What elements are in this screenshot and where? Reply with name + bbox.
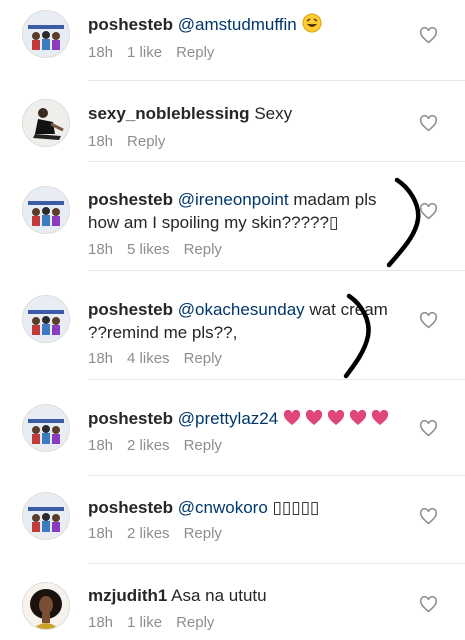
comment-meta: 18h 5 likes Reply [88,241,236,258]
laughing-emoji-icon [302,13,322,39]
comment-body: Sexy [254,104,293,123]
timestamp: 18h [88,44,114,61]
reply-button[interactable]: Reply [176,44,214,61]
comment-text: poshesteb @cnwokoro ▯▯▯▯▯ [88,496,388,519]
like-count[interactable]: 4 likes [127,350,170,367]
avatar[interactable] [22,492,70,540]
reply-button[interactable]: Reply [176,614,214,631]
heart-icon[interactable] [419,27,438,44]
mention-link[interactable]: @okachesunday [178,300,305,319]
heart-icon[interactable] [419,203,438,220]
username[interactable]: poshesteb [88,190,173,209]
comment-item: poshesteb @prettylaz24 18h 2 likes Reply [0,380,465,476]
avatar[interactable] [22,295,70,343]
avatar[interactable] [22,582,70,630]
reply-button[interactable]: Reply [184,525,222,542]
heart-icon[interactable] [419,420,438,437]
comment-text: poshesteb @amstudmuffin [88,13,388,39]
reply-button[interactable]: Reply [184,437,222,454]
hearts-emoji-icon [283,409,391,433]
timestamp: 18h [88,614,114,631]
timestamp: 18h [88,133,114,150]
avatar[interactable] [22,99,70,147]
mention-link[interactable]: @cnwokoro [178,498,268,517]
comment-text: poshesteb @okachesunday wat cream ??remi… [88,298,388,344]
comment-text: sexy_nobleblessing Sexy [88,102,388,125]
like-count[interactable]: 5 likes [127,241,170,258]
username[interactable]: poshesteb [88,498,173,517]
username[interactable]: poshesteb [88,15,173,34]
comment-meta: 18h 2 likes Reply [88,437,236,454]
comment-body: Asa na ututu [171,586,267,605]
comment-body: ▯▯▯▯▯ [272,498,320,517]
comment-meta: 18h 1 like Reply [88,44,228,61]
username[interactable]: poshesteb [88,409,173,428]
heart-icon[interactable] [419,312,438,329]
comment-text: mzjudith1 Asa na ututu [88,584,388,607]
comment-item: mzjudith1 Asa na ututu 18h 1 like Reply [0,564,465,640]
comment-item: poshesteb @amstudmuffin 18h 1 like Reply [0,0,465,81]
comment-item: poshesteb @ireneonpoint madam pls how am… [0,162,465,271]
comment-meta: 18h 2 likes Reply [88,525,236,542]
comment-text: poshesteb @ireneonpoint madam pls how am… [88,188,388,234]
timestamp: 18h [88,241,114,258]
heart-icon[interactable] [419,596,438,613]
mention-link[interactable]: @prettylaz24 [178,409,278,428]
reply-button[interactable]: Reply [184,350,222,367]
like-count[interactable]: 1 like [127,614,162,631]
comment-item: poshesteb @okachesunday wat cream ??remi… [0,271,465,380]
avatar[interactable] [22,10,70,58]
avatar[interactable] [22,404,70,452]
like-count[interactable]: 1 like [127,44,162,61]
heart-icon[interactable] [419,508,438,525]
timestamp: 18h [88,525,114,542]
comment-text: poshesteb @prettylaz24 [88,407,408,433]
mention-link[interactable]: @amstudmuffin [178,15,297,34]
timestamp: 18h [88,350,114,367]
reply-button[interactable]: Reply [184,241,222,258]
username[interactable]: poshesteb [88,300,173,319]
username[interactable]: mzjudith1 [88,586,167,605]
comment-item: poshesteb @cnwokoro ▯▯▯▯▯ 18h 2 likes Repl… [0,476,465,564]
timestamp: 18h [88,437,114,454]
avatar[interactable] [22,186,70,234]
mention-link[interactable]: @ireneonpoint [178,190,289,209]
comment-meta: 18h 1 like Reply [88,614,228,631]
username[interactable]: sexy_nobleblessing [88,104,250,123]
heart-icon[interactable] [419,115,438,132]
comment-meta: 18h 4 likes Reply [88,350,236,367]
comment-item: sexy_nobleblessing Sexy 18h Reply [0,81,465,162]
reply-button[interactable]: Reply [127,133,165,150]
like-count[interactable]: 2 likes [127,437,170,454]
comment-meta: 18h Reply [88,133,179,150]
like-count[interactable]: 2 likes [127,525,170,542]
